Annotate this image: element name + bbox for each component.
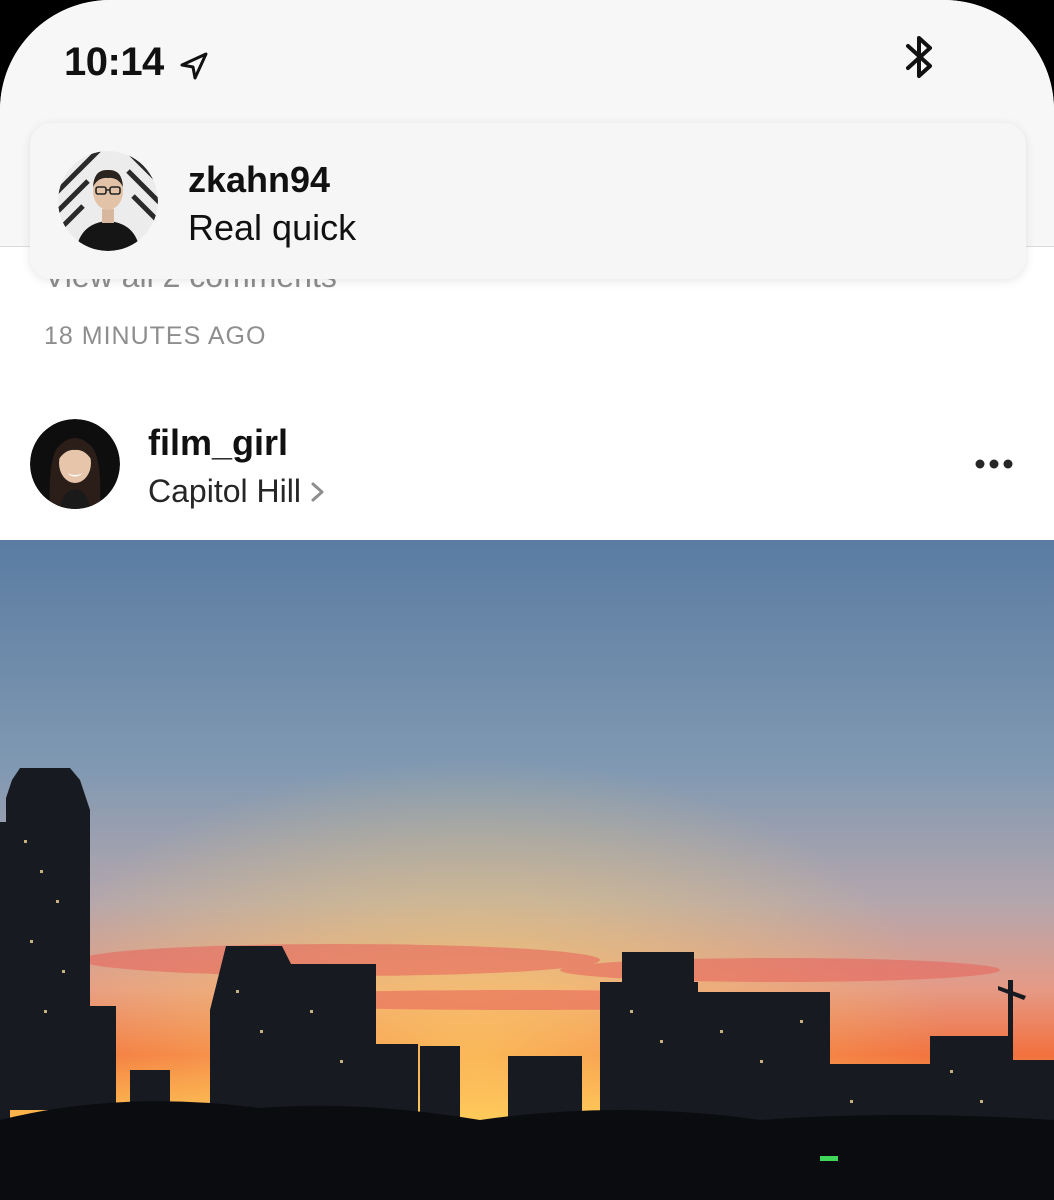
location-arrow-icon: [180, 52, 208, 80]
post-location-label: Capitol Hill: [148, 473, 301, 509]
more-options-icon: [975, 459, 1013, 469]
post-author-username[interactable]: film_girl: [148, 422, 288, 464]
post-author-avatar[interactable]: [30, 419, 120, 509]
push-notification[interactable]: zkahn94 Real quick: [30, 123, 1026, 279]
post-photo-sunset-skyline[interactable]: [0, 540, 1054, 1200]
status-time: 10:14: [64, 40, 164, 84]
chevron-right-icon: [311, 482, 324, 502]
notification-message: Real quick: [188, 207, 357, 248]
notification-avatar: [58, 151, 158, 251]
bluetooth-icon: [906, 36, 932, 78]
post-location-link[interactable]: Capitol Hill: [148, 473, 327, 510]
notification-username: zkahn94: [188, 159, 331, 200]
phone-screen: 10:14 View all 2 comments 18 MINUTES AGO: [0, 0, 1054, 1200]
more-options-button[interactable]: [966, 448, 1022, 480]
post-timestamp: 18 MINUTES AGO: [44, 322, 267, 350]
